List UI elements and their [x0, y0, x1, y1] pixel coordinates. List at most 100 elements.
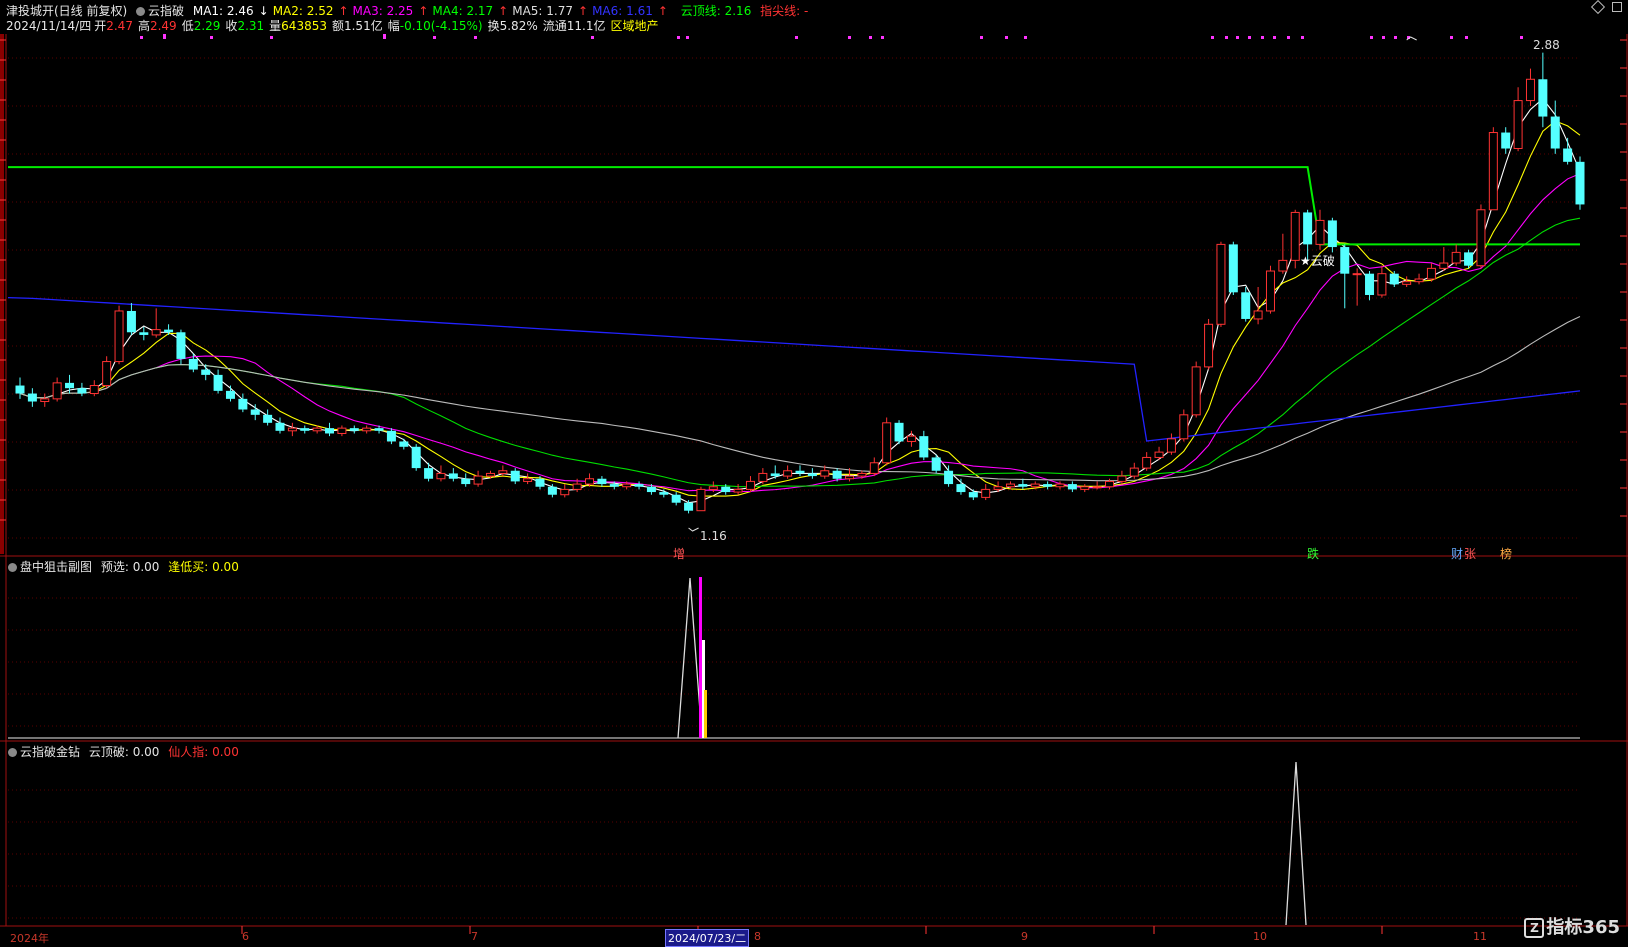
tag-finance[interactable]: 财	[1451, 545, 1463, 562]
candle-body	[745, 480, 755, 490]
candle-body	[287, 427, 297, 432]
candle-body	[1105, 480, 1115, 488]
low-label: 低	[181, 19, 194, 33]
candle-body	[646, 486, 656, 493]
candle-body	[981, 488, 991, 498]
settings-dot-icon[interactable]	[136, 7, 146, 16]
signal-dot	[1024, 36, 1027, 39]
candle-body	[1154, 451, 1164, 458]
tip-line-value: 指尖线: -	[760, 4, 809, 18]
signal-bar	[704, 690, 707, 738]
candle-body	[1005, 483, 1015, 488]
candle-body	[1278, 259, 1288, 272]
x-axis-label: 11	[1473, 930, 1487, 943]
panel3-title[interactable]: 云指破金钻	[8, 745, 80, 759]
candle-body	[89, 385, 99, 395]
candle-body	[461, 478, 471, 485]
ma-arrow-icon: ↑	[578, 4, 589, 18]
candle-body	[1303, 212, 1313, 245]
candle-body	[325, 428, 335, 434]
settings-dot-icon[interactable]	[8, 748, 17, 757]
panel2-title[interactable]: 盘中狙击副图	[8, 560, 92, 574]
indicator-name[interactable]: 云指破	[136, 4, 184, 18]
stock-title[interactable]: 津投城开(日线 前复权)	[6, 4, 127, 18]
candle-body	[263, 414, 273, 423]
kline-chart-canvas[interactable]	[0, 0, 1628, 947]
amount-value: 额1.51亿	[331, 19, 383, 33]
candlesticks[interactable]	[15, 52, 1585, 514]
signal-dot	[433, 36, 436, 39]
candle-body	[708, 486, 718, 490]
candle-body	[523, 478, 533, 482]
candle-body	[1315, 219, 1325, 245]
logo-mark-icon: Z	[1524, 918, 1545, 938]
ma-value-2: MA2: 2.52	[272, 4, 334, 18]
candle-body	[1216, 243, 1226, 325]
signal-dot	[1236, 36, 1239, 39]
candle-body	[1030, 483, 1040, 488]
ma-value-3: MA3: 2.25	[352, 4, 414, 18]
ma-arrow-icon: ↑	[338, 4, 349, 18]
candle-body	[993, 486, 1003, 490]
signal-dot	[474, 36, 477, 39]
candle-body	[1501, 132, 1511, 149]
candle-body	[1092, 486, 1102, 489]
candle-body	[1389, 273, 1399, 285]
signal-dot	[1225, 36, 1228, 39]
signal-dot	[848, 36, 851, 39]
candle-body	[882, 422, 892, 464]
signal-dot	[140, 36, 143, 39]
candle-body	[485, 472, 495, 477]
candle-body	[1166, 438, 1176, 453]
ma-values: MA1: 2.46 ↓ MA2: 2.52 ↑ MA3: 2.25 ↑ MA4: 2.17 ↑…	[193, 4, 672, 18]
tag-increase[interactable]: 增	[673, 545, 685, 562]
ma-arrow-icon: ↑	[418, 4, 429, 18]
candle-body	[956, 484, 966, 493]
candle-body	[498, 470, 508, 474]
close-label: 收	[225, 19, 238, 33]
candle-body	[1563, 148, 1573, 162]
signal-dot	[270, 36, 273, 39]
high-value: 2.49	[149, 19, 177, 33]
brand-logo: Z 指标365	[1524, 913, 1620, 939]
tag-fall[interactable]: 跌	[1307, 545, 1319, 562]
tag-rise[interactable]: 张	[1464, 545, 1476, 562]
ma-line	[19, 173, 1581, 493]
candle-body	[820, 470, 830, 477]
tag-list[interactable]: 榜	[1500, 545, 1512, 562]
candle-body	[473, 475, 483, 485]
logo-text: 指标365	[1546, 917, 1620, 938]
candle-body	[671, 494, 681, 503]
candle-body	[201, 369, 211, 375]
candle-body	[1451, 251, 1461, 264]
candle-body	[362, 427, 372, 432]
candle-body	[300, 428, 310, 431]
float-cap-value: 流通11.1亿	[542, 19, 606, 33]
restore-icon[interactable]	[1612, 2, 1622, 12]
candle-body	[919, 436, 929, 458]
candle-body	[1129, 467, 1139, 477]
settings-dot-icon[interactable]	[8, 563, 17, 572]
candle-body	[1340, 247, 1350, 274]
x-axis-label: 7	[471, 930, 478, 943]
signal-dot	[1520, 36, 1523, 39]
candle-body	[102, 361, 112, 387]
candle-body	[312, 427, 322, 432]
candle-body	[77, 388, 87, 394]
candle-body	[634, 484, 644, 487]
candle-body	[944, 470, 954, 485]
sector-link[interactable]: 区域地产	[610, 19, 658, 33]
open-value: 2.47	[106, 19, 133, 33]
candle-body	[597, 478, 607, 485]
candle-body	[609, 484, 619, 487]
open-label: 开	[94, 19, 107, 33]
candle-body	[188, 358, 198, 370]
candle-body	[622, 483, 632, 488]
candle-body	[213, 374, 223, 391]
ma-arrow-icon: ↑	[657, 4, 668, 18]
ma-arrow-icon: ↑	[498, 4, 509, 18]
candle-body	[1550, 116, 1560, 149]
candle-body	[1575, 161, 1585, 205]
candle-body	[1080, 486, 1090, 490]
candle-body	[1043, 484, 1053, 487]
